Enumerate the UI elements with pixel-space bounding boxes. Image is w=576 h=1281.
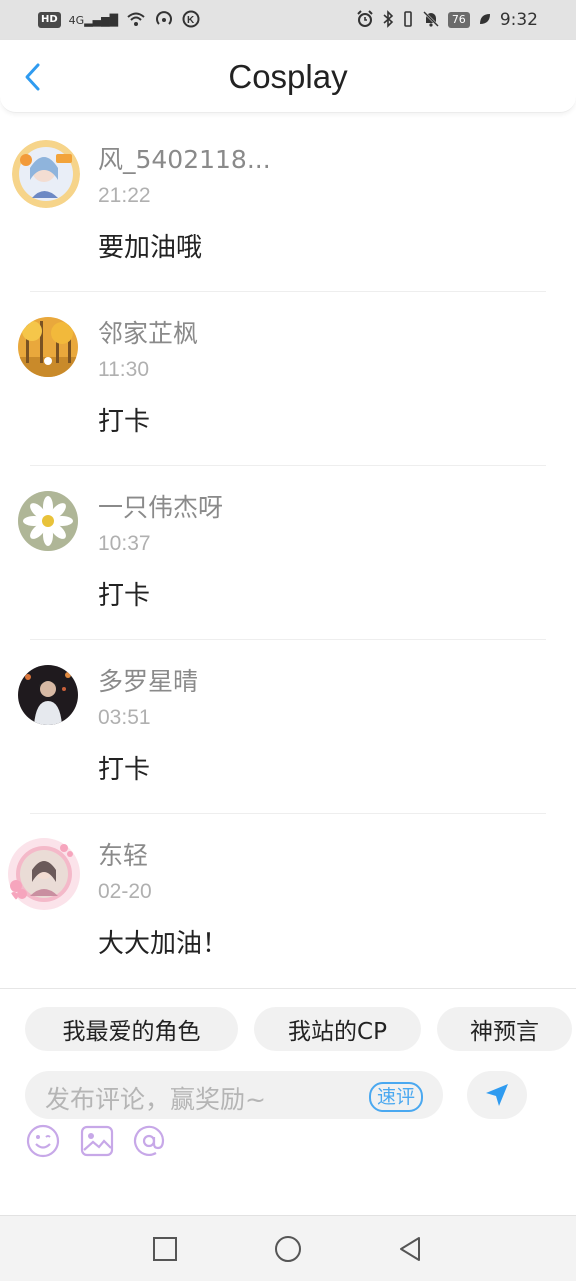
svg-text:K: K xyxy=(187,15,195,26)
comment-item: 一只伟杰呀 10:37 打卡 xyxy=(0,466,576,640)
k-icon: K xyxy=(182,10,200,31)
comment-item: 东轻 02-20 大大加油！ xyxy=(0,814,576,988)
image-icon[interactable] xyxy=(79,1123,115,1159)
clock: 9:32 xyxy=(499,10,538,30)
battery-indicator: 76 xyxy=(447,12,470,28)
comment-item: 多罗星晴 03:51 打卡 xyxy=(0,640,576,814)
comment-time: 21:22 xyxy=(98,184,151,207)
comment-content: 大大加油！ xyxy=(98,929,229,959)
send-icon xyxy=(486,1084,508,1106)
hd-indicator: HD xyxy=(38,12,61,28)
wifi-icon xyxy=(126,11,146,30)
comment-input-placeholder: 发布评论，赢奖励~ xyxy=(45,1085,266,1114)
topic-chip-prophecy[interactable]: 神预言 xyxy=(437,1007,572,1051)
status-bar: HD 4G▂▄▆█ K 76 9:32 xyxy=(0,0,576,40)
comment-time: 11:30 xyxy=(98,358,149,381)
signal-icon: 4G▂▄▆█ xyxy=(68,13,119,27)
comment-item: 邻家芷枫 11:30 打卡 xyxy=(0,292,576,466)
username[interactable]: 邻家芷枫 xyxy=(98,314,198,350)
username[interactable]: 东轻 xyxy=(98,836,148,872)
alarm-icon xyxy=(356,9,374,31)
username[interactable]: 一只伟杰呀 xyxy=(98,488,223,524)
hotspot-icon xyxy=(154,10,174,31)
topic-chip-favorite-role[interactable]: 我最爱的角色 xyxy=(25,1007,238,1051)
vibrate-icon xyxy=(402,10,414,31)
square-icon xyxy=(153,1237,177,1261)
comment-time: 10:37 xyxy=(98,532,151,555)
comment-content: 打卡 xyxy=(98,755,151,785)
avatar[interactable] xyxy=(18,491,78,551)
comment-content: 打卡 xyxy=(98,407,151,437)
comment-time: 02-20 xyxy=(98,880,152,903)
comment-item: 风_5402118... 21:22 要加油哦 xyxy=(0,118,576,292)
status-left: HD 4G▂▄▆█ K xyxy=(38,10,200,31)
avatar[interactable] xyxy=(18,665,78,725)
comment-content: 要加油哦 xyxy=(98,233,203,263)
avatar[interactable] xyxy=(12,140,80,208)
username[interactable]: 多罗星晴 xyxy=(98,662,198,698)
avatar[interactable] xyxy=(6,836,82,912)
comment-time: 03:51 xyxy=(98,706,151,729)
system-nav-bar xyxy=(0,1215,576,1281)
triangle-back-icon xyxy=(400,1237,420,1261)
topic-chip-cp[interactable]: 我站的CP xyxy=(254,1007,421,1051)
send-button[interactable] xyxy=(467,1071,527,1119)
page-title: Cosplay xyxy=(228,58,348,95)
comment-composer: 我最爱的角色 我站的CP 神预言 发布评论，赢奖励~ 速评 xyxy=(0,988,576,1216)
circle-icon xyxy=(275,1236,301,1262)
quick-comment-button[interactable]: 速评 xyxy=(368,1082,423,1112)
emoji-icon[interactable] xyxy=(25,1123,61,1159)
mute-bell-icon xyxy=(422,10,440,31)
recents-button[interactable] xyxy=(148,1232,182,1266)
avatar[interactable] xyxy=(18,317,78,377)
back-nav-button[interactable] xyxy=(393,1232,427,1266)
home-button[interactable] xyxy=(271,1232,305,1266)
header: Cosplay xyxy=(0,40,576,113)
at-icon[interactable] xyxy=(131,1123,167,1159)
bluetooth-icon xyxy=(382,9,394,31)
comment-input[interactable]: 发布评论，赢奖励~ 速评 xyxy=(25,1071,443,1119)
username[interactable]: 风_5402118... xyxy=(98,140,271,176)
comment-content: 打卡 xyxy=(98,581,151,611)
status-right: 76 9:32 xyxy=(356,9,538,31)
leaf-icon xyxy=(478,12,492,29)
